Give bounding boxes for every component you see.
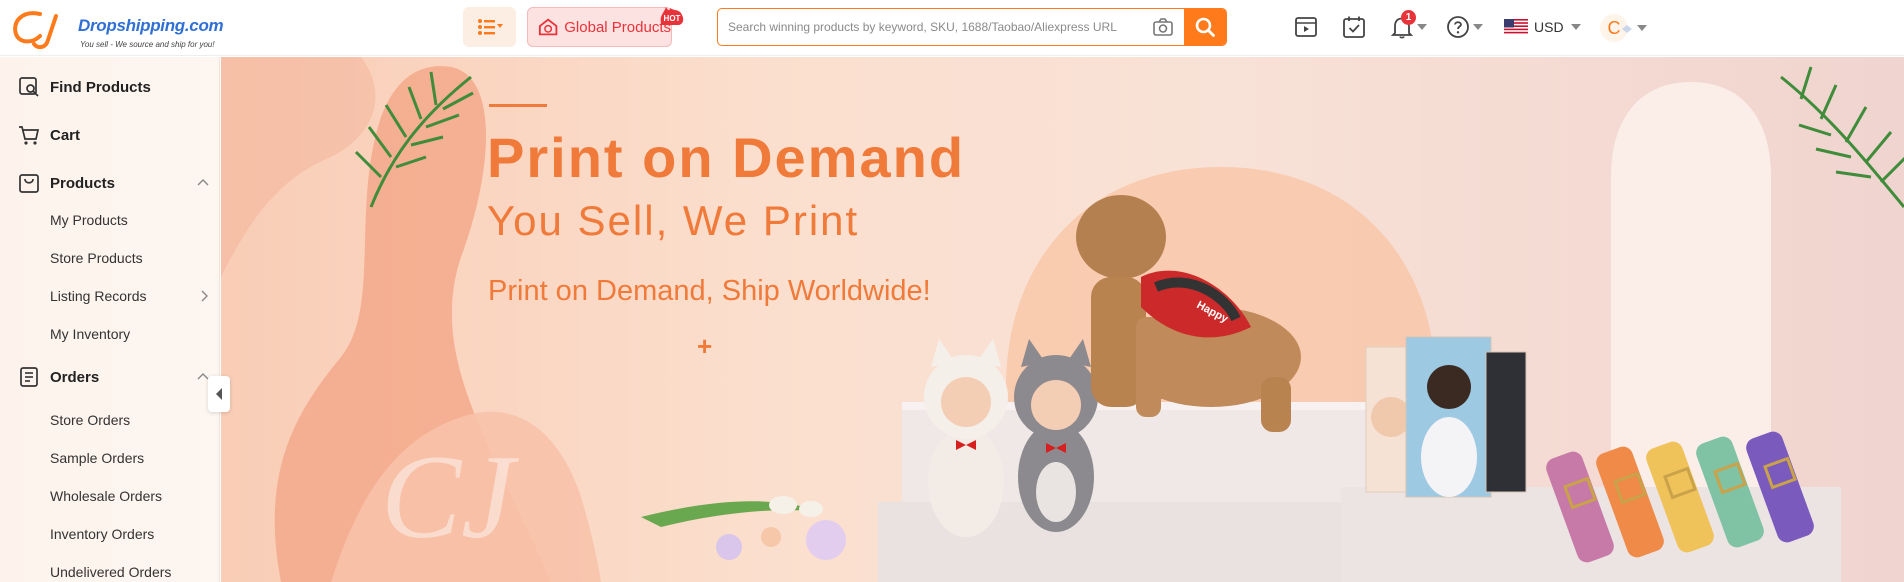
hot-badge-icon: HOT — [660, 7, 684, 25]
banner-tagline: Print on Demand, Ship Worldwide! — [488, 275, 931, 307]
help-button[interactable] — [1446, 13, 1483, 41]
banner-cj-watermark: CJ — [381, 430, 519, 563]
sidebar-item-label: My Products — [50, 212, 128, 228]
products-bag-icon — [19, 174, 39, 193]
help-question-icon — [1447, 16, 1469, 38]
currency-code: USD — [1534, 19, 1564, 35]
video-button[interactable] — [1294, 13, 1318, 41]
logo-brand-text: Dropshipping.com — [78, 16, 224, 35]
sidebar-item-orders[interactable]: Orders — [0, 359, 219, 395]
photo-canvas-prints-icon — [1365, 336, 1527, 498]
search-button[interactable] — [1184, 9, 1226, 45]
sidebar-collapse-button[interactable] — [208, 376, 230, 412]
calendar-check-icon — [1343, 16, 1365, 38]
promo-banner[interactable]: CJ Happy Print on Demand You Sell, We Pr… — [221, 57, 1904, 582]
global-products-button[interactable]: Global Products — [527, 7, 672, 47]
sidebar-item-wholesale-orders[interactable]: Wholesale Orders — [0, 481, 219, 511]
chevron-down-icon — [1473, 24, 1483, 30]
sidebar-item-label: Listing Records — [50, 288, 147, 304]
sidebar-item-label: Store Orders — [50, 412, 131, 428]
sidebar-item-cart[interactable]: Cart — [0, 117, 219, 153]
chevron-down-icon — [1570, 24, 1581, 30]
find-products-icon — [19, 77, 39, 97]
sidebar-item-sample-orders[interactable]: Sample Orders — [0, 443, 219, 473]
search-input[interactable] — [718, 9, 1188, 45]
us-flag-icon — [1504, 19, 1528, 35]
currency-selector[interactable]: USD — [1504, 16, 1581, 38]
sidebar-item-label: Undelivered Orders — [50, 564, 172, 580]
chevron-right-icon — [201, 290, 208, 302]
list-menu-icon — [477, 19, 503, 35]
sidebar-item-label: Orders — [50, 368, 100, 386]
sidebar-item-my-inventory[interactable]: My Inventory — [0, 319, 219, 349]
chevron-down-icon — [1637, 25, 1647, 31]
banner-title: Print on Demand — [487, 126, 966, 189]
sidebar-item-label: My Inventory — [50, 326, 131, 342]
cj-logo-mark-icon — [13, 11, 58, 50]
orders-icon — [20, 367, 38, 387]
camera-image-search-icon[interactable] — [1152, 17, 1174, 37]
sidebar-item-label: Products — [50, 174, 116, 192]
video-icon — [1295, 17, 1317, 37]
sidebar-item-label: Sample Orders — [50, 450, 145, 466]
triangle-left-icon — [216, 388, 222, 400]
tasks-button[interactable] — [1342, 13, 1366, 41]
svg-text:HOT: HOT — [664, 14, 681, 23]
banner-artwork: CJ Happy — [221, 57, 1904, 582]
global-warehouse-icon — [538, 18, 558, 36]
logo-tagline: You sell - We source and ship for you! — [80, 40, 215, 49]
sidebar-item-store-products[interactable]: Store Products — [0, 243, 219, 273]
notifications-button[interactable]: 1 — [1390, 10, 1427, 41]
notification-count-badge: 1 — [1401, 10, 1416, 25]
sidebar-item-listing-records[interactable]: Listing Records — [0, 281, 219, 311]
sidebar: Find Products Cart Products My Products … — [0, 57, 220, 582]
category-menu-button[interactable] — [463, 7, 516, 47]
cart-icon — [19, 126, 40, 145]
plus-icon: + — [697, 331, 713, 361]
banner-accent-line — [489, 104, 547, 107]
search-bar — [717, 8, 1227, 46]
sidebar-item-inventory-orders[interactable]: Inventory Orders — [0, 519, 219, 549]
chevron-down-icon — [1417, 24, 1427, 30]
cj-logo[interactable]: Dropshipping.com You sell - We source an… — [10, 8, 224, 50]
sidebar-item-undelivered-orders[interactable]: Undelivered Orders — [0, 557, 219, 582]
sidebar-item-find-products[interactable]: Find Products — [0, 69, 219, 105]
sidebar-item-label: Store Products — [50, 250, 143, 266]
banner-subtitle: You Sell, We Print — [487, 197, 860, 244]
top-header: Dropshipping.com You sell - We source an… — [0, 0, 1904, 56]
user-avatar-menu[interactable]: C — [1600, 13, 1647, 43]
sidebar-item-store-orders[interactable]: Store Orders — [0, 405, 219, 435]
sidebar-item-label: Wholesale Orders — [50, 488, 163, 504]
sidebar-item-my-products[interactable]: My Products — [0, 205, 219, 235]
search-icon — [1195, 17, 1215, 37]
sidebar-item-label: Cart — [50, 126, 81, 144]
palm-leaf-right-icon — [1780, 66, 1904, 208]
sidebar-item-label: Find Products — [50, 78, 151, 96]
chevron-up-icon — [197, 179, 209, 186]
avatar-decoration-icon — [1622, 25, 1632, 33]
sidebar-item-label: Inventory Orders — [50, 526, 155, 542]
sidebar-item-products[interactable]: Products — [0, 165, 219, 201]
global-products-label: Global Products — [564, 18, 671, 36]
